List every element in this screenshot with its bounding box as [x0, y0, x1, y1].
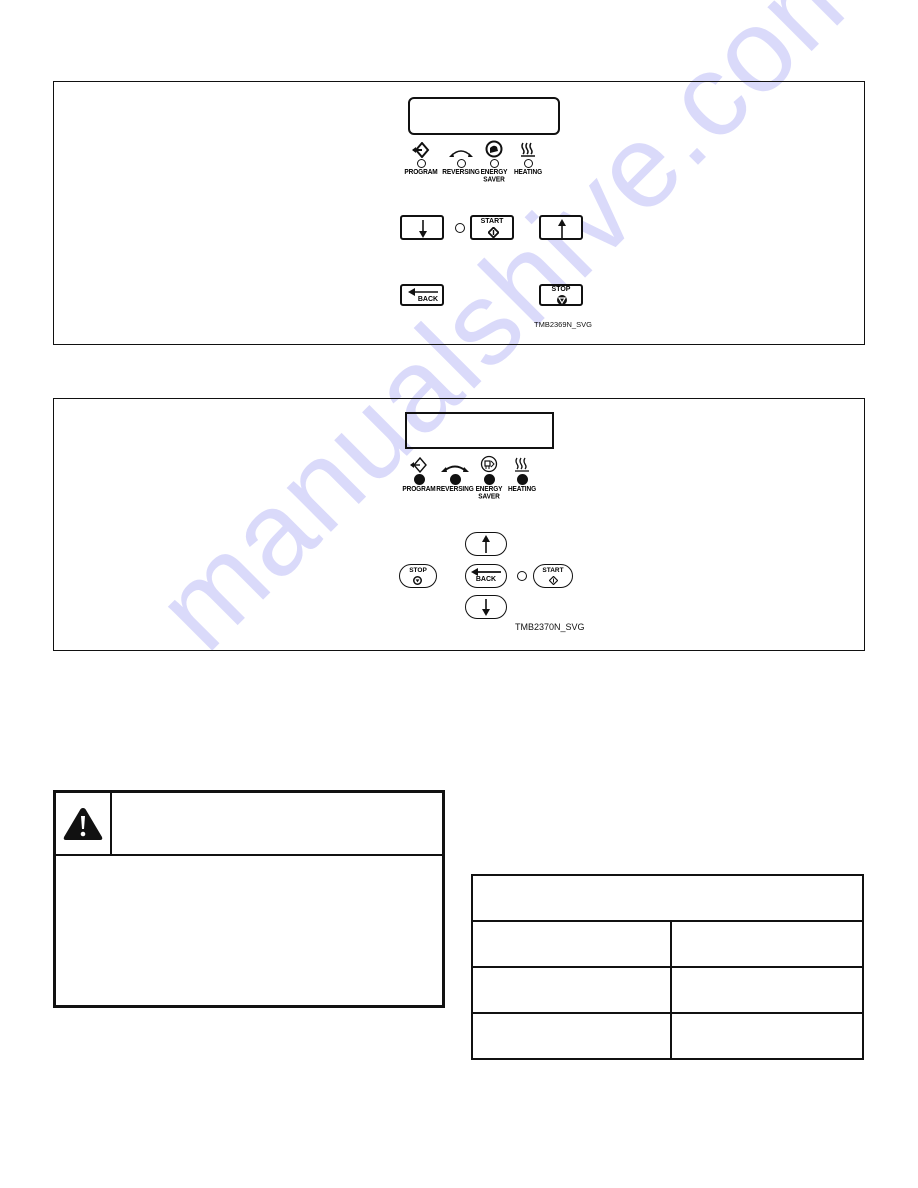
table-row — [471, 1012, 864, 1060]
down-button[interactable] — [465, 595, 507, 619]
table-cell — [670, 920, 864, 968]
heating-icon — [499, 140, 557, 158]
led-program — [413, 474, 425, 485]
start-led — [455, 223, 465, 233]
back-label: BACK — [475, 576, 497, 583]
arrow-up-icon — [482, 535, 490, 553]
led-heating — [516, 474, 528, 485]
start-label: START — [480, 218, 504, 225]
start-button[interactable]: START — [533, 564, 573, 588]
start-label: START — [542, 567, 564, 574]
arrow-down-icon — [419, 220, 427, 238]
back-label: BACK — [417, 296, 439, 303]
table-header — [471, 874, 864, 922]
arrow-left-icon — [471, 568, 501, 576]
table-cell — [670, 966, 864, 1014]
led-reversing — [449, 474, 461, 485]
stop-label: STOP — [409, 567, 427, 574]
info-table — [471, 874, 864, 1060]
heating-icon — [493, 455, 551, 473]
warning-header — [56, 793, 442, 856]
table-row — [471, 920, 864, 968]
down-button[interactable] — [400, 215, 444, 240]
indicator-label: HEATING — [507, 485, 537, 494]
table-cell — [471, 920, 672, 968]
stop-icon — [413, 576, 422, 585]
stop-icon — [557, 295, 567, 305]
indicator-heating: HEATING — [499, 140, 557, 176]
table-header-row — [471, 874, 864, 922]
start-button[interactable]: START — [470, 215, 514, 240]
start-diamond-icon — [549, 576, 558, 585]
figure-code: TMB2369N_SVG — [534, 320, 592, 329]
up-button[interactable] — [539, 215, 583, 240]
stop-button[interactable]: STOP — [399, 564, 437, 588]
up-button[interactable] — [465, 532, 507, 556]
figure-code: TMB2370N_SVG — [515, 622, 585, 632]
start-diamond-icon — [488, 227, 499, 238]
led-program — [416, 159, 426, 168]
indicator-heating: HEATING — [493, 455, 551, 493]
control-panel-figure-1: PROGRAM REVERSING ENERGY SAVER HEATING S… — [53, 81, 865, 345]
table-cell — [670, 1012, 864, 1060]
warning-triangle-icon — [63, 807, 103, 840]
start-led — [517, 571, 527, 581]
back-button[interactable]: BACK — [400, 284, 444, 306]
warning-box — [53, 790, 445, 1008]
arrow-left-icon — [408, 288, 438, 296]
control-panel-figure-2: PROGRAM REVERSING ENERGY SAVER HEATING S… — [53, 398, 865, 651]
table-cell — [471, 966, 672, 1014]
table-row — [471, 966, 864, 1014]
table-cell — [471, 1012, 672, 1060]
arrow-down-icon — [482, 599, 490, 616]
lcd-display — [408, 97, 560, 135]
arrow-up-icon — [558, 219, 566, 238]
stop-button[interactable]: STOP — [539, 284, 583, 306]
indicator-label: HEATING — [513, 168, 543, 177]
led-energy-saver — [489, 159, 499, 168]
back-button[interactable]: BACK — [465, 564, 507, 588]
led-heating — [523, 159, 533, 168]
lcd-display — [405, 412, 554, 449]
stop-label: STOP — [551, 286, 571, 293]
warning-icon-cell — [56, 793, 112, 854]
